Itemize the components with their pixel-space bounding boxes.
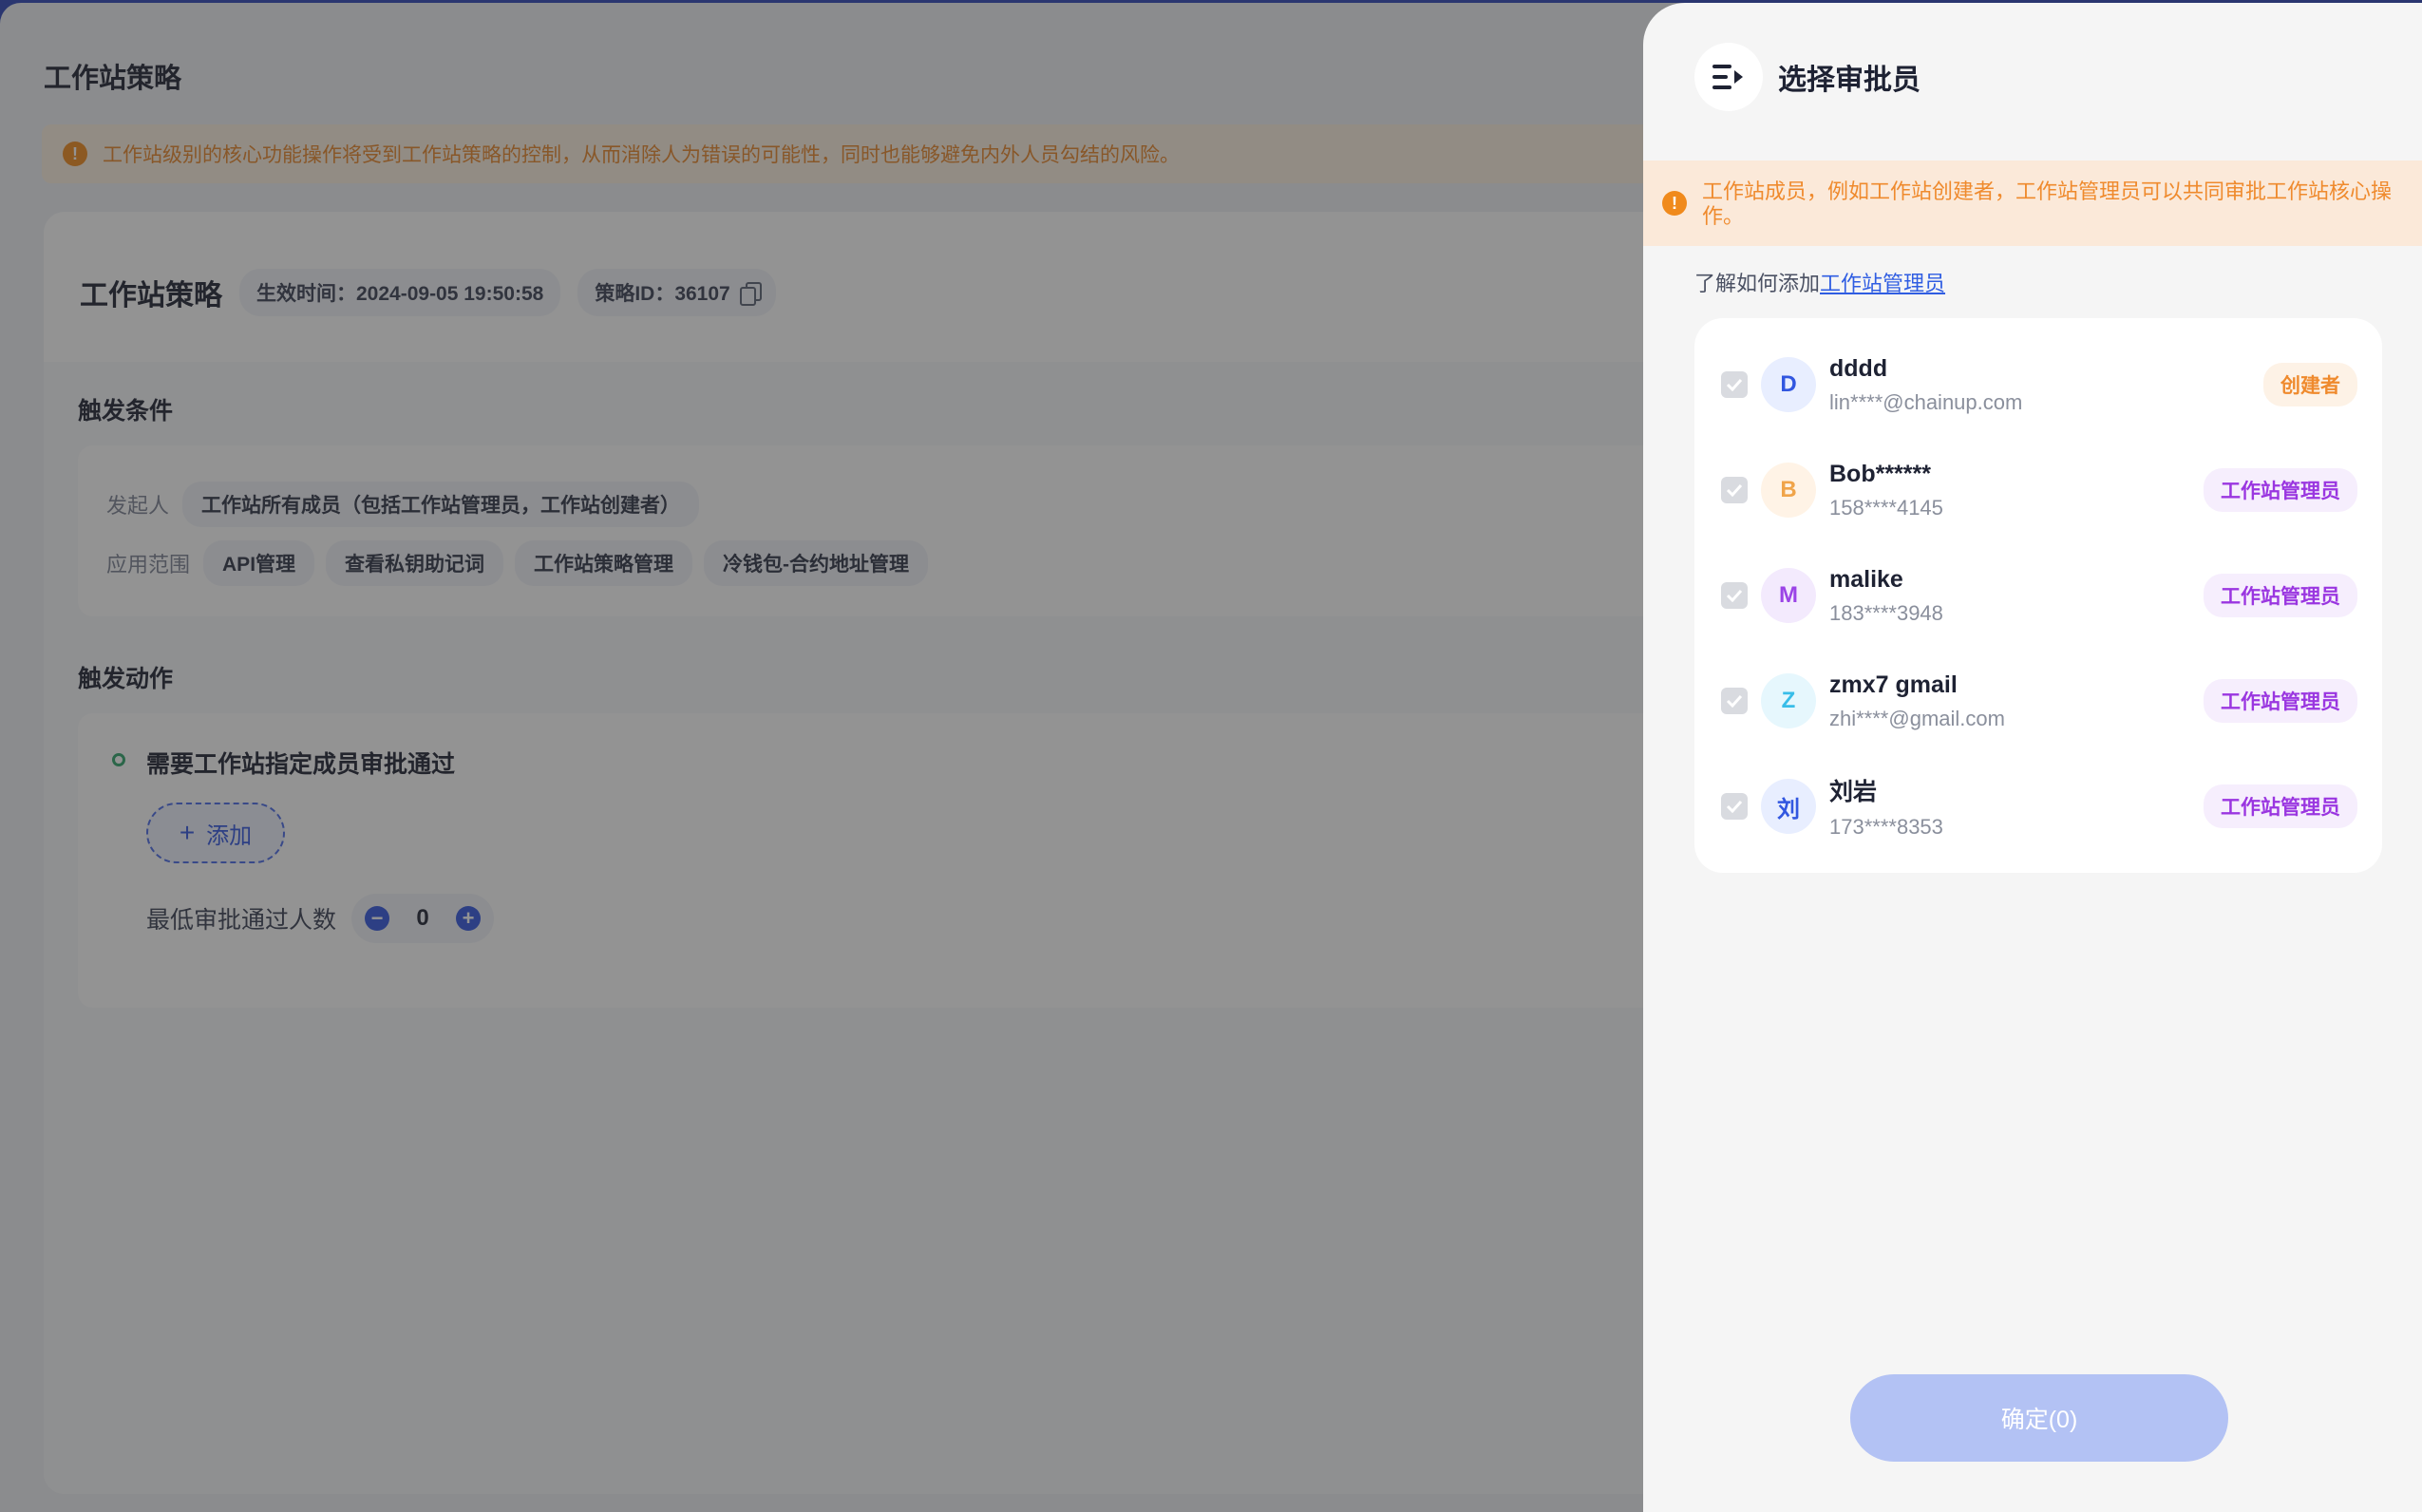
role-badge: 工作站管理员 (2204, 679, 2357, 723)
drawer-header: 选择审批员 (1694, 43, 1921, 111)
member-contact: zhi****@gmail.com (1829, 706, 2005, 730)
member-name: dddd (1829, 354, 1888, 382)
learn-prefix: 了解如何添加 (1694, 272, 1821, 295)
role-badge: 工作站管理员 (2204, 468, 2357, 512)
member-contact: 183****3948 (1829, 600, 1943, 625)
collapse-drawer-button[interactable] (1694, 43, 1763, 111)
learn-row: 了解如何添加工作站管理员 (1694, 267, 1945, 297)
role-badge: 工作站管理员 (2204, 784, 2357, 828)
avatar: D (1761, 357, 1816, 412)
member-info: 刘岩 173****8353 (1829, 773, 2204, 840)
avatar: M (1761, 568, 1816, 623)
member-checkbox[interactable] (1721, 371, 1748, 398)
approver-drawer: 选择审批员 ! 工作站成员，例如工作站创建者，工作站管理员可以共同审批工作站核心… (1643, 3, 2422, 1512)
member-contact: lin****@chainup.com (1829, 389, 2023, 414)
admin-help-link[interactable]: 工作站管理员 (1820, 272, 1945, 295)
check-icon (1726, 694, 1743, 708)
avatar: B (1761, 463, 1816, 518)
check-icon (1726, 800, 1743, 813)
member-row[interactable]: B Bob****** 158****4145 工作站管理员 (1721, 452, 2357, 528)
member-checkbox[interactable] (1721, 688, 1748, 714)
confirm-button[interactable]: 确定(0) (1850, 1374, 2228, 1462)
member-row[interactable]: Z zmx7 gmail zhi****@gmail.com 工作站管理员 (1721, 663, 2357, 739)
warning-icon: ! (1662, 191, 1687, 216)
drawer-notice-text: 工作站成员，例如工作站创建者，工作站管理员可以共同审批工作站核心操作。 (1702, 180, 2393, 228)
member-name: zmx7 gmail (1829, 671, 1958, 698)
check-icon (1726, 589, 1743, 602)
member-row[interactable]: M malike 183****3948 工作站管理员 (1721, 558, 2357, 633)
member-info: Bob****** 158****4145 (1829, 461, 2204, 520)
member-info: dddd lin****@chainup.com (1829, 355, 2263, 415)
avatar: 刘 (1761, 779, 1816, 834)
member-name: Bob****** (1829, 460, 1931, 487)
member-row[interactable]: D dddd lin****@chainup.com 创建者 (1721, 347, 2357, 423)
member-contact: 158****4145 (1829, 495, 1943, 520)
member-contact: 173****8353 (1829, 815, 1943, 839)
role-badge: 创建者 (2263, 363, 2357, 406)
collapse-menu-icon (1712, 65, 1743, 89)
check-icon (1726, 483, 1743, 497)
member-list: D dddd lin****@chainup.com 创建者 B Bob****… (1694, 318, 2382, 873)
member-info: zmx7 gmail zhi****@gmail.com (1829, 671, 2204, 731)
check-icon (1726, 378, 1743, 391)
member-row[interactable]: 刘 刘岩 173****8353 工作站管理员 (1721, 768, 2357, 844)
drawer-notice: ! 工作站成员，例如工作站创建者，工作站管理员可以共同审批工作站核心操作。 (1643, 161, 2422, 246)
member-checkbox[interactable] (1721, 477, 1748, 503)
drawer-title: 选择审批员 (1778, 65, 1921, 96)
member-name: 刘岩 (1829, 779, 1878, 805)
avatar: Z (1761, 673, 1816, 728)
role-badge: 工作站管理员 (2204, 574, 2357, 617)
member-checkbox[interactable] (1721, 793, 1748, 820)
member-checkbox[interactable] (1721, 582, 1748, 609)
member-name: malike (1829, 565, 1903, 593)
member-info: malike 183****3948 (1829, 566, 2204, 626)
